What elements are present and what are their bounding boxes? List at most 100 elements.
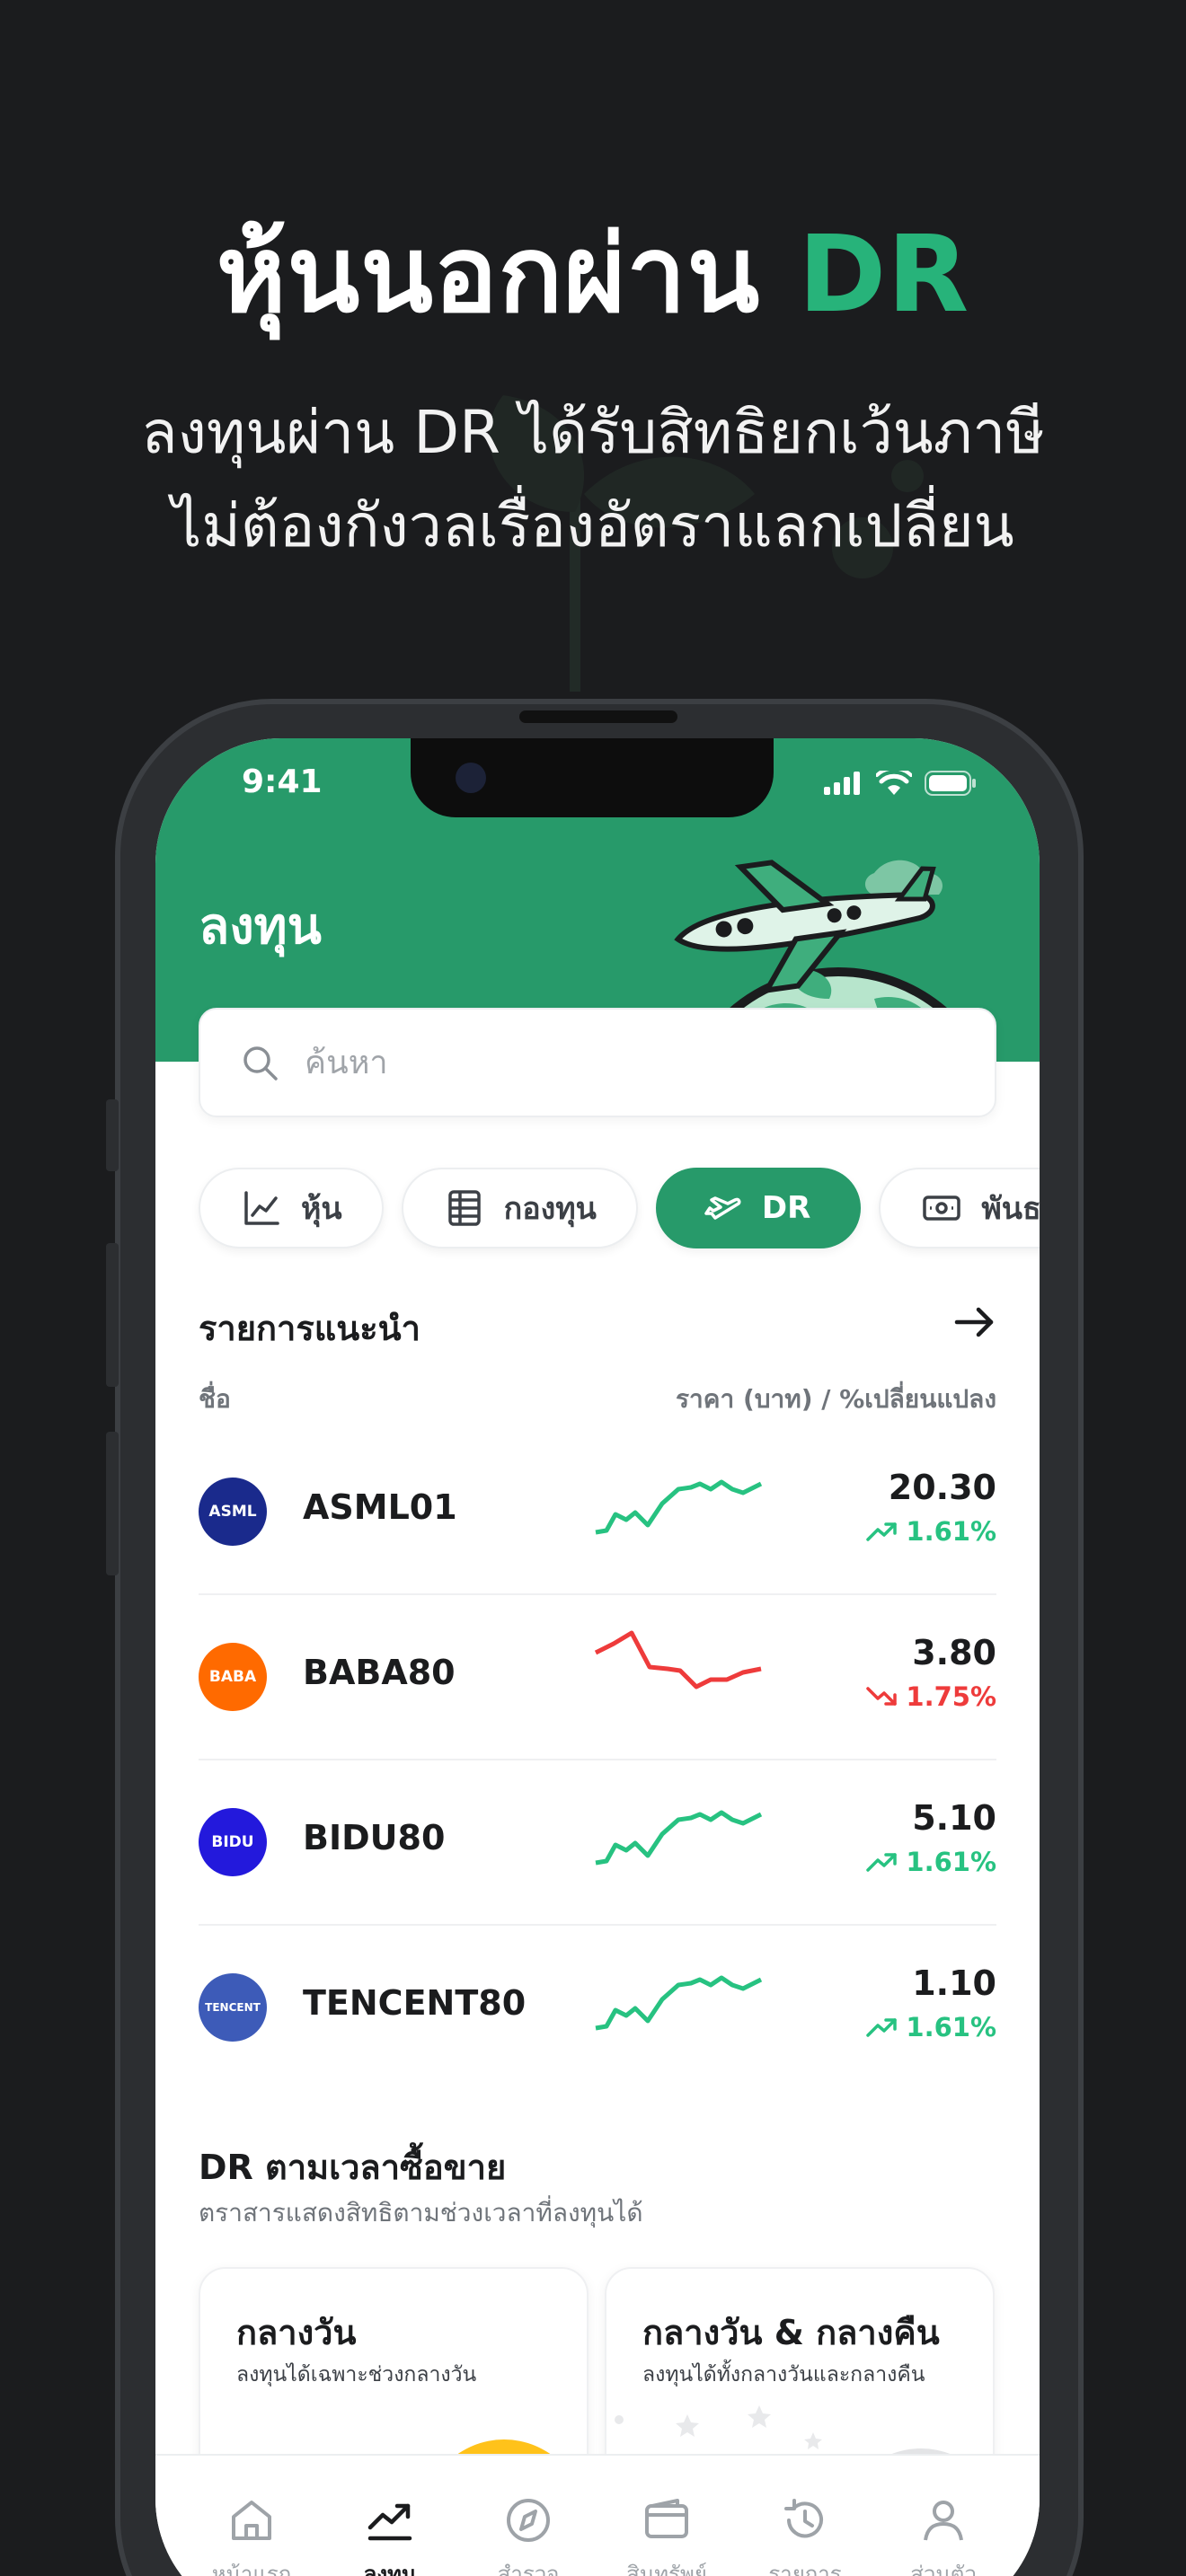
list-item[interactable]: ASML ASML01 20.30 1.61% bbox=[199, 1430, 996, 1595]
card-title: กลางวัน & กลางคืน bbox=[642, 2313, 940, 2352]
stack-icon bbox=[447, 1190, 481, 1226]
promo-header: หุ้นนอกผ่าน DR ลงทุนผ่าน DR ได้รับสิทธิย… bbox=[0, 0, 1186, 692]
trend-up-icon bbox=[866, 1853, 898, 1872]
symbol: BIDU80 bbox=[303, 1818, 446, 1857]
earpiece-speaker bbox=[519, 710, 677, 723]
trend-icon bbox=[367, 2503, 412, 2541]
status-time: 9:41 bbox=[242, 763, 323, 800]
hero-title-main: หุ้นนอกผ่าน bbox=[216, 212, 761, 336]
hero-subtitle-line: ลงทุนผ่าน DR ได้รับสิทธิยกเว้นภาษี bbox=[141, 398, 1045, 467]
tab-label: รายการ bbox=[768, 2562, 842, 2576]
chip-stocks[interactable]: หุ้น bbox=[199, 1168, 384, 1248]
chip-label: DR bbox=[761, 1190, 811, 1226]
tab-label: สำรวจ bbox=[497, 2562, 560, 2576]
asml-logo: ASML bbox=[199, 1478, 267, 1546]
change-value: 1.61% bbox=[906, 1516, 996, 1547]
history-icon bbox=[784, 2499, 823, 2538]
sparkline bbox=[594, 1630, 762, 1689]
home-icon bbox=[232, 2501, 271, 2540]
tab-assets[interactable]: สินทรัพย์ bbox=[604, 2456, 730, 2576]
tab-explore[interactable]: สำรวจ bbox=[465, 2456, 591, 2576]
section-title: DR ตามเวลาซื้อขาย bbox=[199, 2148, 507, 2187]
hero-title: หุ้นนอกผ่าน DR bbox=[0, 211, 1186, 337]
user-icon bbox=[924, 2501, 963, 2541]
plane-icon bbox=[704, 1196, 741, 1220]
bidu-logo: BIDU bbox=[199, 1808, 267, 1876]
list-item[interactable]: BABA BABA80 3.80 1.75% bbox=[199, 1595, 996, 1760]
column-name: ชื่อ bbox=[199, 1384, 231, 1414]
change-value: 1.61% bbox=[906, 1847, 996, 1877]
search-input[interactable] bbox=[305, 1044, 916, 1081]
trend-up-icon bbox=[866, 1522, 898, 1541]
trend-down-icon bbox=[866, 1687, 898, 1706]
tab-history[interactable]: รายการ bbox=[742, 2456, 868, 2576]
sparkline bbox=[595, 1975, 763, 2031]
wifi-icon bbox=[876, 771, 912, 795]
category-chips: หุ้น กองทุน DR พันธ bbox=[199, 1168, 1040, 1248]
price: 20.30 bbox=[888, 1468, 996, 1507]
hero-subtitle: ลงทุนผ่าน DR ได้รับสิทธิยกเว้นภาษี ไม่ต้… bbox=[0, 386, 1186, 573]
notch bbox=[411, 738, 774, 817]
column-price: ราคา (บาท) / %เปลี่ยนแปลง bbox=[676, 1384, 996, 1414]
battery-icon bbox=[925, 771, 976, 796]
change-value: 1.75% bbox=[906, 1681, 996, 1712]
chip-label: กองทุน bbox=[503, 1191, 597, 1227]
change-value: 1.61% bbox=[906, 2012, 996, 2042]
section-subtitle: ตราสารแสดงสิทธิตามช่วงเวลาที่ลงทุนได้ bbox=[199, 2198, 643, 2228]
hero-subtitle-line: ไม่ต้องกังวลเรื่องอัตราแลกเปลี่ยน bbox=[172, 491, 1014, 560]
signal-icon bbox=[824, 772, 860, 795]
price: 1.10 bbox=[912, 1963, 996, 2003]
column-headers: ชื่อ ราคา (บาท) / %เปลี่ยนแปลง bbox=[199, 1380, 996, 1419]
list-item[interactable]: TENCENT TENCENT80 1.10 1.61% bbox=[199, 1926, 996, 2091]
recommended-header: รายการแนะนำ bbox=[199, 1301, 996, 1354]
price: 5.10 bbox=[912, 1798, 996, 1838]
wallet-icon bbox=[645, 2499, 688, 2538]
compass-icon bbox=[507, 2499, 550, 2542]
tab-profile[interactable]: ส่วนตัว bbox=[881, 2456, 1006, 2576]
tab-label: สินทรัพย์ bbox=[626, 2562, 707, 2576]
camera-icon bbox=[456, 763, 486, 793]
status-icons bbox=[824, 771, 977, 796]
trend-up-icon bbox=[866, 2018, 898, 2037]
baba-logo: BABA bbox=[199, 1643, 267, 1711]
page-title: ลงทุน bbox=[199, 897, 322, 956]
tab-invest[interactable]: ลงทุน bbox=[327, 2456, 453, 2576]
change: 1.61% bbox=[866, 1516, 996, 1547]
hero-title-accent: DR bbox=[798, 212, 970, 336]
tab-label: ส่วนตัว bbox=[910, 2562, 977, 2576]
card-subtitle: ลงทุนได้ทั้งกลางวันและกลางคืน bbox=[642, 2363, 925, 2386]
search-icon bbox=[243, 1046, 278, 1081]
sparkline bbox=[595, 1810, 763, 1866]
chart-line-icon bbox=[244, 1191, 279, 1225]
bond-ticket-icon bbox=[923, 1195, 961, 1221]
chip-funds[interactable]: กองทุน bbox=[401, 1168, 638, 1248]
recommended-list: ASML ASML01 20.30 1.61% BABA BABA80 3.80… bbox=[199, 1430, 996, 2091]
price: 3.80 bbox=[912, 1633, 996, 1672]
arrow-right-icon[interactable] bbox=[953, 1304, 996, 1340]
list-item[interactable]: BIDU BIDU80 5.10 1.61% bbox=[199, 1760, 996, 1926]
tab-home[interactable]: หน้าแรก bbox=[189, 2456, 314, 2576]
tencent-logo: TENCENT bbox=[199, 1973, 267, 2042]
change: 1.75% bbox=[866, 1681, 996, 1712]
card-title: กลางวัน bbox=[236, 2313, 357, 2352]
card-subtitle: ลงทุนได้เฉพาะช่วงกลางวัน bbox=[236, 2363, 477, 2386]
change: 1.61% bbox=[866, 2012, 996, 2042]
mute-switch bbox=[106, 1099, 119, 1171]
volume-down-button bbox=[106, 1432, 119, 1575]
tab-label: หน้าแรก bbox=[211, 2562, 292, 2576]
tab-label: ลงทุน bbox=[363, 2562, 417, 2576]
chip-bonds[interactable]: พันธ bbox=[879, 1168, 1040, 1248]
app-screen: 9:41 ลงทุน ค้นหา หุ้น กองทุน DR พันธ ราย… bbox=[155, 738, 1040, 2576]
volume-up-button bbox=[106, 1243, 119, 1387]
chip-dr[interactable]: DR bbox=[655, 1168, 862, 1248]
search-bar[interactable] bbox=[199, 1008, 996, 1117]
chip-label: พันธ bbox=[981, 1191, 1040, 1227]
symbol: ASML01 bbox=[303, 1487, 457, 1527]
sparkline bbox=[595, 1479, 763, 1535]
change: 1.61% bbox=[866, 1847, 996, 1877]
chip-label: หุ้น bbox=[301, 1191, 342, 1227]
section-title: รายการแนะนำ bbox=[199, 1309, 420, 1348]
symbol: TENCENT80 bbox=[303, 1983, 527, 2023]
bottom-tab-bar: หน้าแรก ลงทุน สำรวจ สินทรัพย์ รายการ ส่ว… bbox=[155, 2454, 1040, 2576]
symbol: BABA80 bbox=[303, 1653, 456, 1692]
